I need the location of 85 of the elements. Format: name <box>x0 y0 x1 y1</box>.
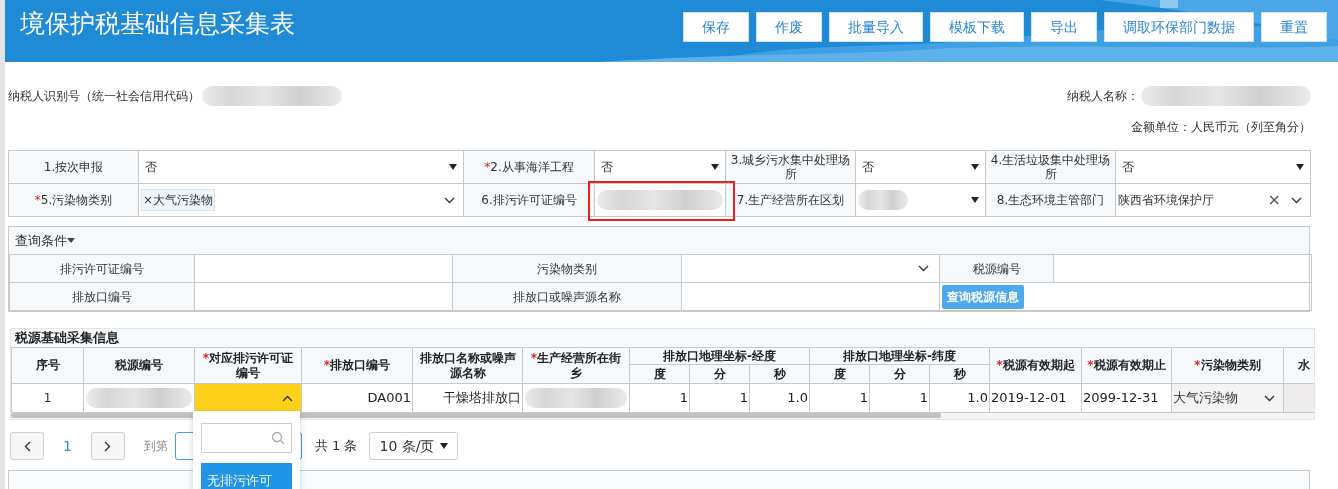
field-label: 1.按次申报 <box>43 160 104 174</box>
field-label: 8.生态环境主管部门 <box>996 193 1105 207</box>
column-header: 水 <box>1283 347 1314 384</box>
column-header: 度 <box>809 364 870 384</box>
dropdown-triangle-icon <box>440 443 449 449</box>
chevron-right-icon <box>104 440 112 452</box>
field-label: *2.从事海洋工程 <box>484 160 574 174</box>
select-field[interactable]: 陕西省环境保护厅 × <box>1116 184 1310 216</box>
table-cell: 1 <box>689 383 750 413</box>
field-label: 6.排污许可证编号 <box>481 193 577 207</box>
field-label: 7.生产经营所在区划 <box>736 193 845 207</box>
goto-label: 到第 <box>143 438 168 455</box>
chevron-down-icon <box>918 265 929 272</box>
total-count: 共 1 条 <box>314 437 358 456</box>
chevron-up-icon <box>282 394 293 402</box>
select-field[interactable]: 否 <box>856 151 985 183</box>
table-cell: 2099-12-31 <box>1081 383 1172 413</box>
field-label: 3.城乡污水集中处理场所 <box>730 153 851 181</box>
previous-page-button[interactable] <box>10 432 44 460</box>
column-header: 排放口名称或噪声源名称 <box>412 347 523 384</box>
clear-button[interactable]: × <box>1267 188 1281 212</box>
query-section-header[interactable]: 查询条件 <box>9 227 1309 254</box>
chevron-down-icon <box>1264 394 1275 402</box>
column-header: *排放口编号 <box>301 347 413 384</box>
column-header: *对应排污许可证编号 <box>194 347 302 384</box>
taxpayer-name-label: 纳税人名称： <box>1067 88 1139 105</box>
select-field[interactable]: 否 <box>139 151 463 183</box>
table-cell: 干燥塔排放口 <box>412 383 523 413</box>
select-field[interactable]: 大气污染物 <box>1172 384 1283 412</box>
column-header: *污染物类别 <box>1171 347 1284 384</box>
table-cell: 1.0 <box>749 383 810 413</box>
column-header: 秒 <box>749 364 810 384</box>
section-title: 税源基础采集信息 <box>11 329 1314 347</box>
column-header: 排放口地理坐标-纬度 <box>809 347 990 365</box>
field-label: 税源编号 <box>972 261 1021 276</box>
column-header: 排放口地理坐标-经度 <box>629 347 810 365</box>
multi-select-field[interactable]: ×大气污染物 <box>139 184 463 216</box>
page-size-select[interactable]: 10 条/页 <box>369 432 459 460</box>
select-field[interactable]: 否 <box>1116 151 1310 183</box>
tag-chip: ×大气污染物 <box>141 189 216 211</box>
page-title: 境保护税基础信息采集表 <box>20 8 295 41</box>
field-label: *5.污染物类别 <box>34 193 113 207</box>
table-cell: 2019-12-01 <box>989 383 1082 413</box>
column-header: 税源编号 <box>83 347 195 384</box>
table-cell: 1 <box>629 383 690 413</box>
toolbar-button[interactable]: 批量导入 <box>829 12 923 42</box>
column-header: *生产经营所在街乡 <box>522 347 630 384</box>
toolbar-button[interactable]: 作废 <box>756 12 822 42</box>
blurred-value <box>858 190 908 210</box>
toolbar-button[interactable]: 模板下载 <box>930 12 1024 42</box>
column-header: 序号 <box>11 347 84 384</box>
toolbar-button[interactable]: 导出 <box>1031 12 1097 42</box>
chevron-down-icon <box>444 196 455 204</box>
column-header: 分 <box>689 364 750 384</box>
table-cell: 1.0 <box>929 383 990 413</box>
currency-unit-note: 金额单位：人民币元（列至角分） <box>1131 119 1311 136</box>
toolbar-button[interactable]: 调取环保部门数据 <box>1104 12 1254 42</box>
field-label: 排放口或噪声源名称 <box>513 289 621 304</box>
taxpayer-id-label: 纳税人识别号（统一社会信用代码） <box>8 88 200 105</box>
table-cell: 1 <box>869 383 930 413</box>
search-field[interactable] <box>201 423 292 453</box>
toolbar-button[interactable]: 保存 <box>683 12 749 42</box>
table-cell: DA001 <box>301 383 413 413</box>
column-header: *税源有效期止 <box>1081 347 1172 384</box>
field-label: 污染物类别 <box>537 261 597 276</box>
dropdown-triangle-icon <box>971 197 979 203</box>
field-label: 排污许可证编号 <box>60 261 144 276</box>
chevron-down-icon <box>1291 196 1302 204</box>
next-page-button[interactable] <box>90 432 125 460</box>
search-icon <box>271 431 285 445</box>
table-cell: 1 <box>11 383 84 413</box>
field-label: 4.生活垃圾集中处理场所 <box>990 153 1111 181</box>
chevron-left-icon <box>23 440 31 452</box>
dropdown-triangle-icon <box>1296 164 1304 170</box>
dropdown-triangle-icon <box>449 164 457 170</box>
column-header: *税源有效期起 <box>989 347 1082 384</box>
select-field[interactable]: 否 <box>595 151 725 183</box>
dropdown-triangle-icon <box>711 164 719 170</box>
dropdown-triangle-icon <box>971 164 979 170</box>
toolbar-button[interactable]: 重置 <box>1261 12 1327 42</box>
field-label: 排放口编号 <box>72 289 132 304</box>
table-cell: 1 <box>809 383 870 413</box>
select-field[interactable] <box>195 384 301 412</box>
column-header: 度 <box>629 364 690 384</box>
column-header: 分 <box>869 364 930 384</box>
